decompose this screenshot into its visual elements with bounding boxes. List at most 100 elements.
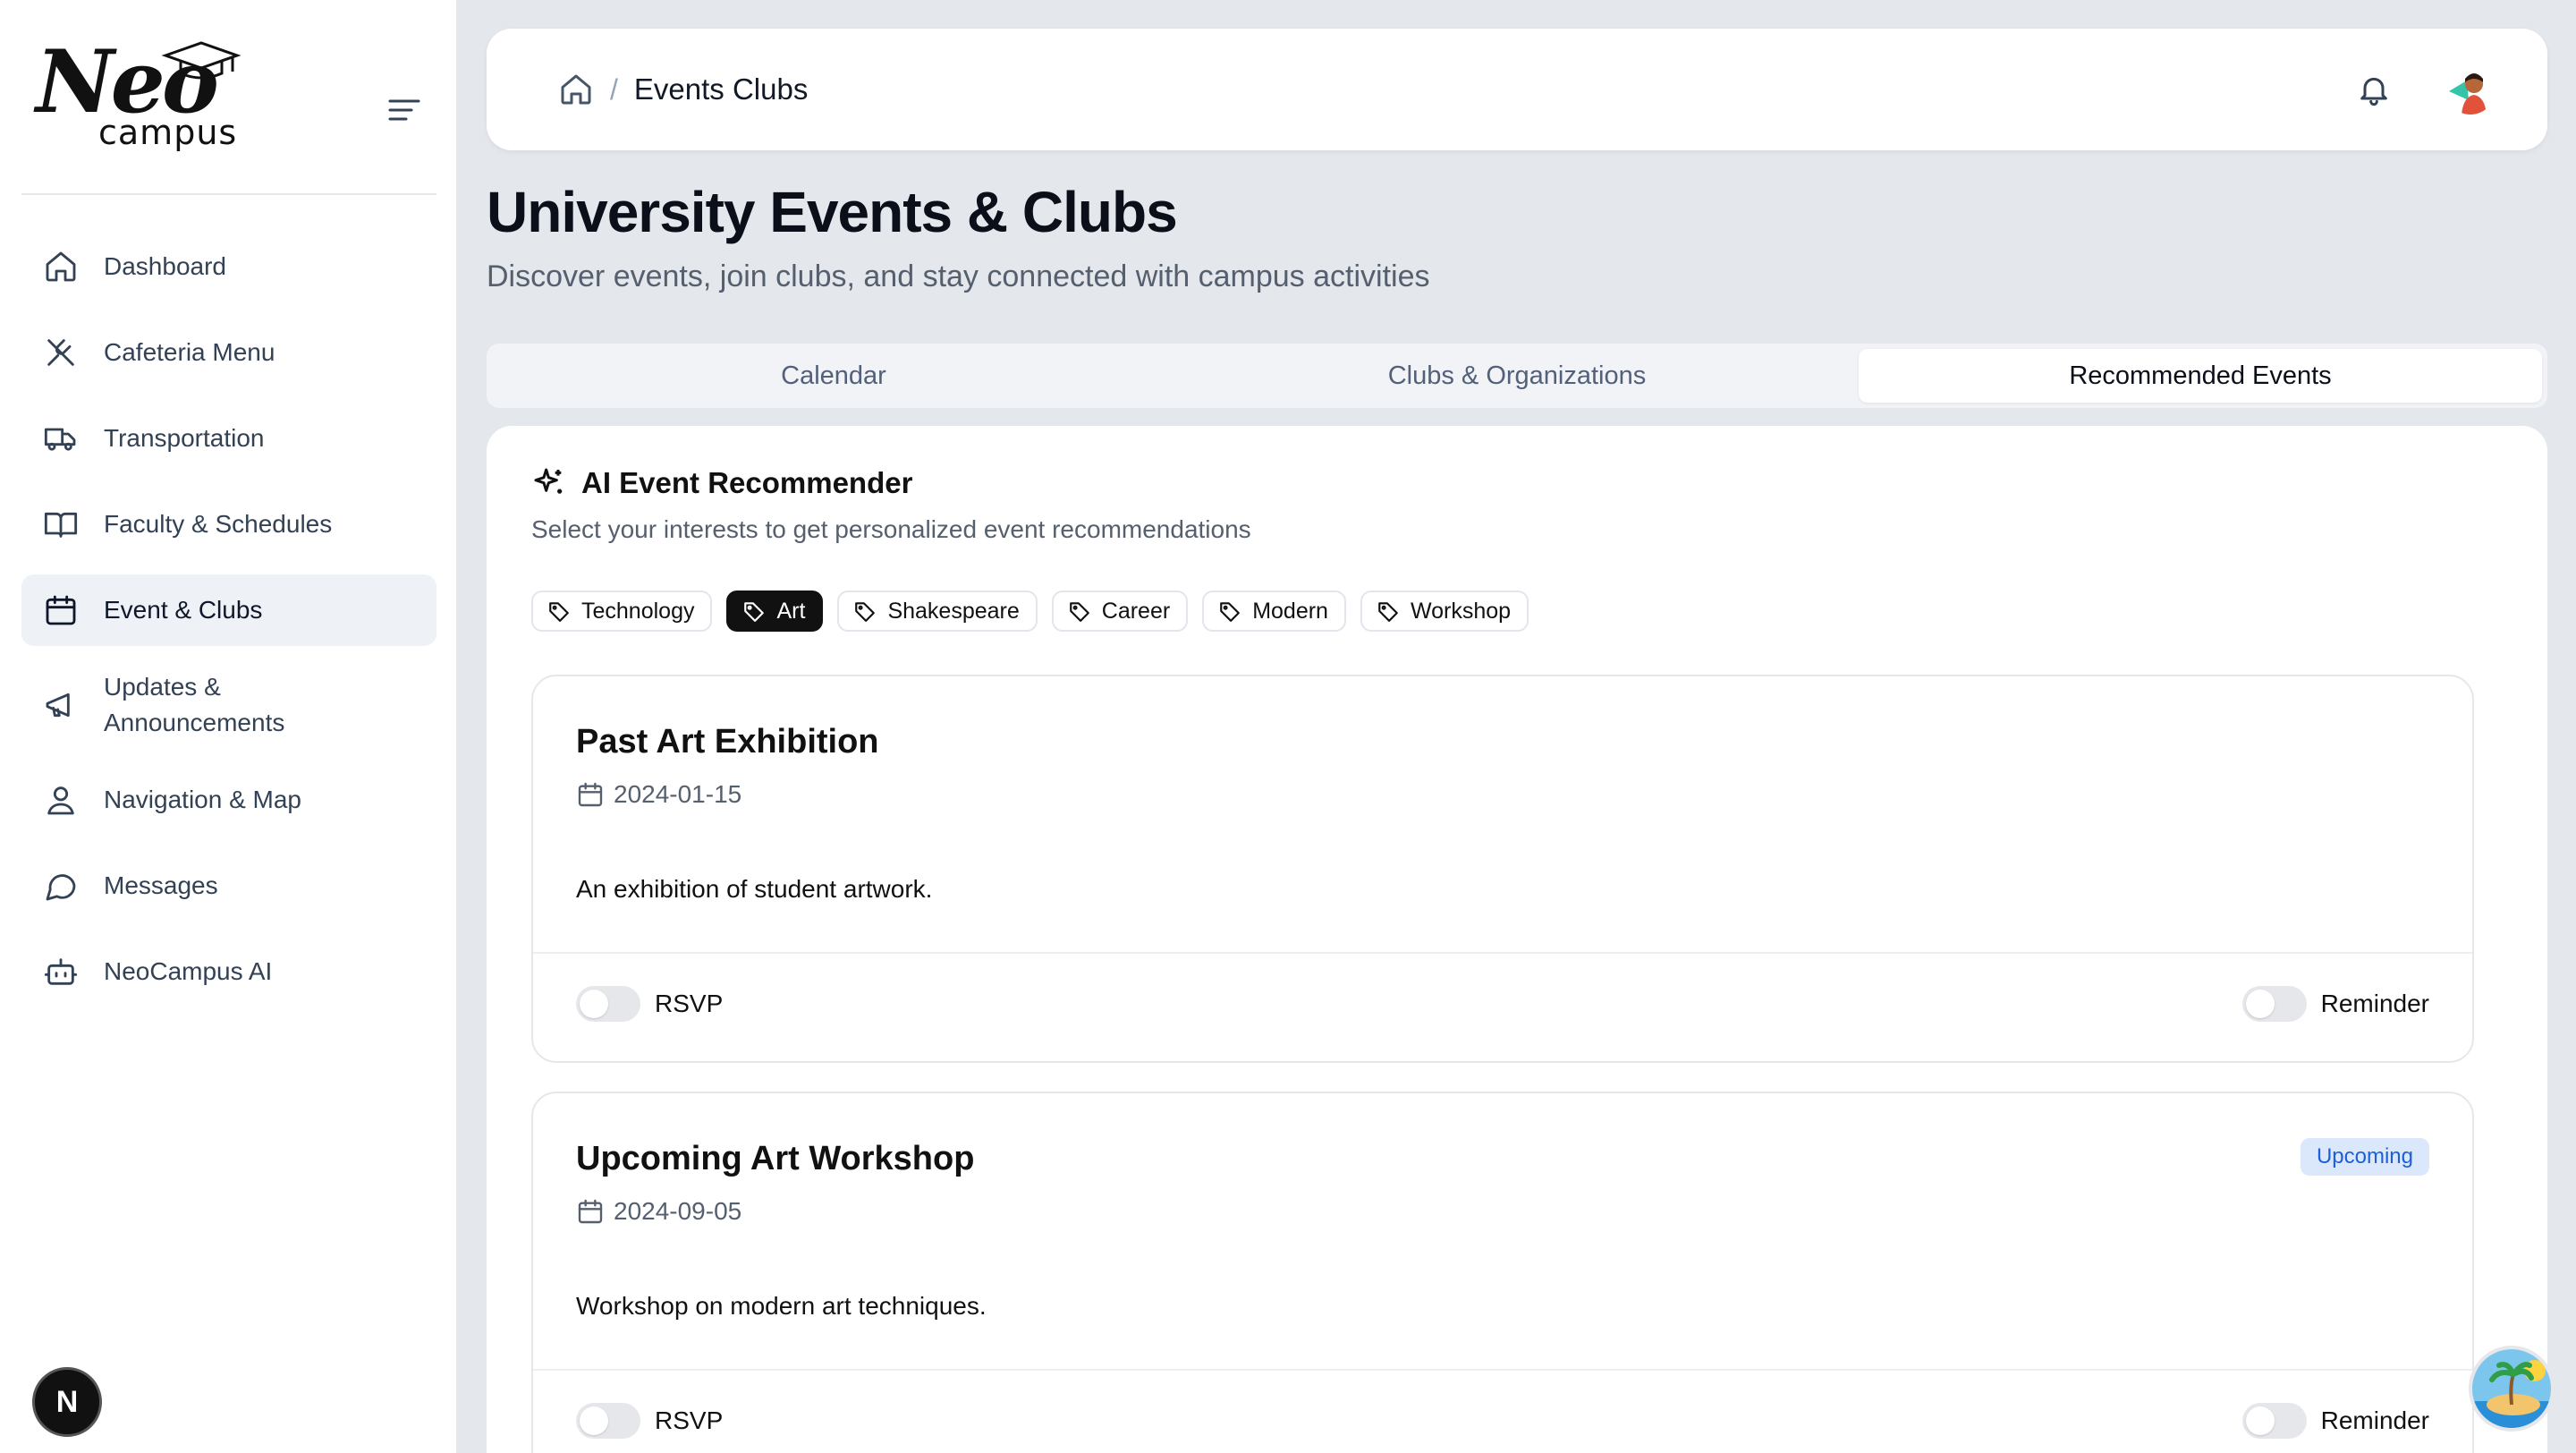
logo: Neo campus xyxy=(36,39,242,156)
reminder-switch[interactable] xyxy=(2241,1403,2307,1439)
event-title: Upcoming Art Workshop xyxy=(576,1140,975,1177)
sidebar-item-navigation[interactable]: Navigation & Map xyxy=(21,764,436,836)
tag-career[interactable]: Career xyxy=(1051,591,1189,632)
tag-label: Workshop xyxy=(1410,598,1512,624)
tabs: Calendar Clubs & Organizations Recommend… xyxy=(487,344,2547,408)
megaphone-icon xyxy=(46,693,70,718)
sidebar-item-dashboard[interactable]: Dashboard xyxy=(21,231,436,302)
tag-label: Career xyxy=(1101,598,1171,624)
sidebar-divider xyxy=(21,193,436,195)
bell-icon[interactable] xyxy=(2356,72,2392,107)
tag-label: Modern xyxy=(1252,598,1328,624)
rsvp-switch[interactable] xyxy=(576,986,640,1022)
tag-label: Technology xyxy=(581,598,695,624)
sparkles-icon xyxy=(534,468,563,494)
interest-tags: Technology Art Shakespeare Career Modern… xyxy=(531,591,1543,632)
sidebar-item-neocampus-ai[interactable]: NeoCampus AI xyxy=(21,936,436,1007)
tag-icon xyxy=(1220,602,1241,622)
utensils-icon xyxy=(47,339,74,366)
sidebar-item-label: NeoCampus AI xyxy=(104,957,273,985)
top-header: / Events Clubs xyxy=(487,29,2547,150)
event-divider xyxy=(533,952,2472,954)
sidebar-item-messages[interactable]: Messages xyxy=(21,850,436,922)
assistant-fab[interactable] xyxy=(2469,1346,2555,1432)
tag-icon xyxy=(1378,602,1398,622)
sidebar-item-faculty[interactable]: Faculty & Schedules xyxy=(21,489,436,560)
recommender-description: Select your interests to get personalize… xyxy=(531,515,1251,543)
recommender-card: AI Event Recommender Select your interes… xyxy=(487,426,2547,1453)
app-root: Neo campus Dashboard Cafeteria Menu Tran… xyxy=(0,0,2576,1453)
sidebar-item-events[interactable]: Event & Clubs xyxy=(21,574,436,646)
calendar-icon xyxy=(578,1199,603,1224)
reminder-label: Reminder xyxy=(2320,1406,2429,1434)
sidebar-item-updates[interactable]: Updates & Announcements xyxy=(21,660,436,750)
avatar-image xyxy=(2445,64,2496,115)
event-card: Upcoming Art Workshop Upcoming 2024-09-0… xyxy=(531,1092,2474,1453)
event-description: An exhibition of student artwork. xyxy=(576,875,933,903)
tag-shakespeare[interactable]: Shakespeare xyxy=(837,591,1038,632)
tag-icon xyxy=(1069,602,1089,622)
book-icon xyxy=(44,512,78,538)
recommender-heading: AI Event Recommender xyxy=(531,465,912,501)
event-divider xyxy=(533,1369,2472,1371)
status-badge: Upcoming xyxy=(2300,1138,2429,1176)
sidebar-item-label: Cafeteria Menu xyxy=(104,338,275,366)
event-title: Past Art Exhibition xyxy=(576,723,879,760)
graduation-cap-icon xyxy=(161,41,242,80)
event-date-text: 2024-09-05 xyxy=(614,1197,742,1225)
sidebar-item-label: Updates & Announcements xyxy=(104,673,285,736)
tag-workshop[interactable]: Workshop xyxy=(1360,591,1530,632)
home-icon xyxy=(46,251,76,282)
sidebar-item-label: Messages xyxy=(104,871,218,899)
reminder-toggle[interactable]: Reminder xyxy=(2241,1403,2429,1439)
sidebar-item-label: Navigation & Map xyxy=(104,786,302,813)
reminder-switch[interactable] xyxy=(2241,986,2307,1022)
tab-calendar[interactable]: Calendar xyxy=(492,349,1175,403)
tag-label: Art xyxy=(776,598,806,624)
tag-technology[interactable]: Technology xyxy=(531,591,713,632)
avatar[interactable] xyxy=(2445,64,2496,115)
sidebar-nav: Dashboard Cafeteria Menu Transportation … xyxy=(21,231,436,1022)
tag-icon xyxy=(855,602,876,622)
breadcrumb-current: Events Clubs xyxy=(633,72,809,106)
rsvp-toggle[interactable]: RSVP xyxy=(576,1403,723,1439)
tag-art[interactable]: Art xyxy=(726,591,824,632)
map-pin-icon xyxy=(47,786,74,815)
breadcrumb-separator: / xyxy=(610,72,618,106)
event-date-text: 2024-01-15 xyxy=(614,780,742,808)
dev-badge[interactable]: N xyxy=(32,1367,102,1437)
tab-clubs[interactable]: Clubs & Organizations xyxy=(1175,349,1859,403)
event-date: 2024-01-15 xyxy=(576,780,741,809)
page-title: University Events & Clubs xyxy=(487,180,1178,244)
rsvp-toggle[interactable]: RSVP xyxy=(576,986,723,1022)
reminder-label: Reminder xyxy=(2320,990,2429,1017)
sidebar-item-label: Dashboard xyxy=(104,252,226,280)
logo-sub-text: campus xyxy=(98,113,238,152)
menu-toggle-icon[interactable] xyxy=(386,97,422,123)
bot-icon xyxy=(44,958,78,985)
calendar-icon xyxy=(46,595,76,625)
rsvp-label: RSVP xyxy=(655,990,724,1017)
sidebar-item-cafeteria[interactable]: Cafeteria Menu xyxy=(21,317,436,388)
event-card: Past Art Exhibition 2024-01-15 An exhibi… xyxy=(531,675,2474,1063)
rsvp-switch[interactable] xyxy=(576,1403,640,1439)
calendar-icon xyxy=(578,782,603,807)
message-icon xyxy=(46,874,76,901)
sidebar-item-label: Event & Clubs xyxy=(104,596,263,624)
tag-icon xyxy=(744,602,765,622)
tag-label: Shakespeare xyxy=(887,598,1020,624)
home-icon[interactable] xyxy=(558,72,594,107)
sidebar: Neo campus Dashboard Cafeteria Menu Tran… xyxy=(0,0,458,1453)
reminder-toggle[interactable]: Reminder xyxy=(2241,986,2429,1022)
breadcrumb: / Events Clubs xyxy=(558,70,808,109)
sidebar-item-label: Faculty & Schedules xyxy=(104,510,333,538)
page-subtitle: Discover events, join clubs, and stay co… xyxy=(487,259,1430,293)
tag-icon xyxy=(549,602,569,622)
sidebar-item-transportation[interactable]: Transportation xyxy=(21,403,436,474)
rsvp-label: RSVP xyxy=(655,1406,724,1434)
event-date: 2024-09-05 xyxy=(576,1197,741,1226)
recommender-title: AI Event Recommender xyxy=(581,466,913,499)
truck-icon xyxy=(44,428,76,451)
tab-recommended-events[interactable]: Recommended Events xyxy=(1859,349,2542,403)
tag-modern[interactable]: Modern xyxy=(1202,591,1346,632)
